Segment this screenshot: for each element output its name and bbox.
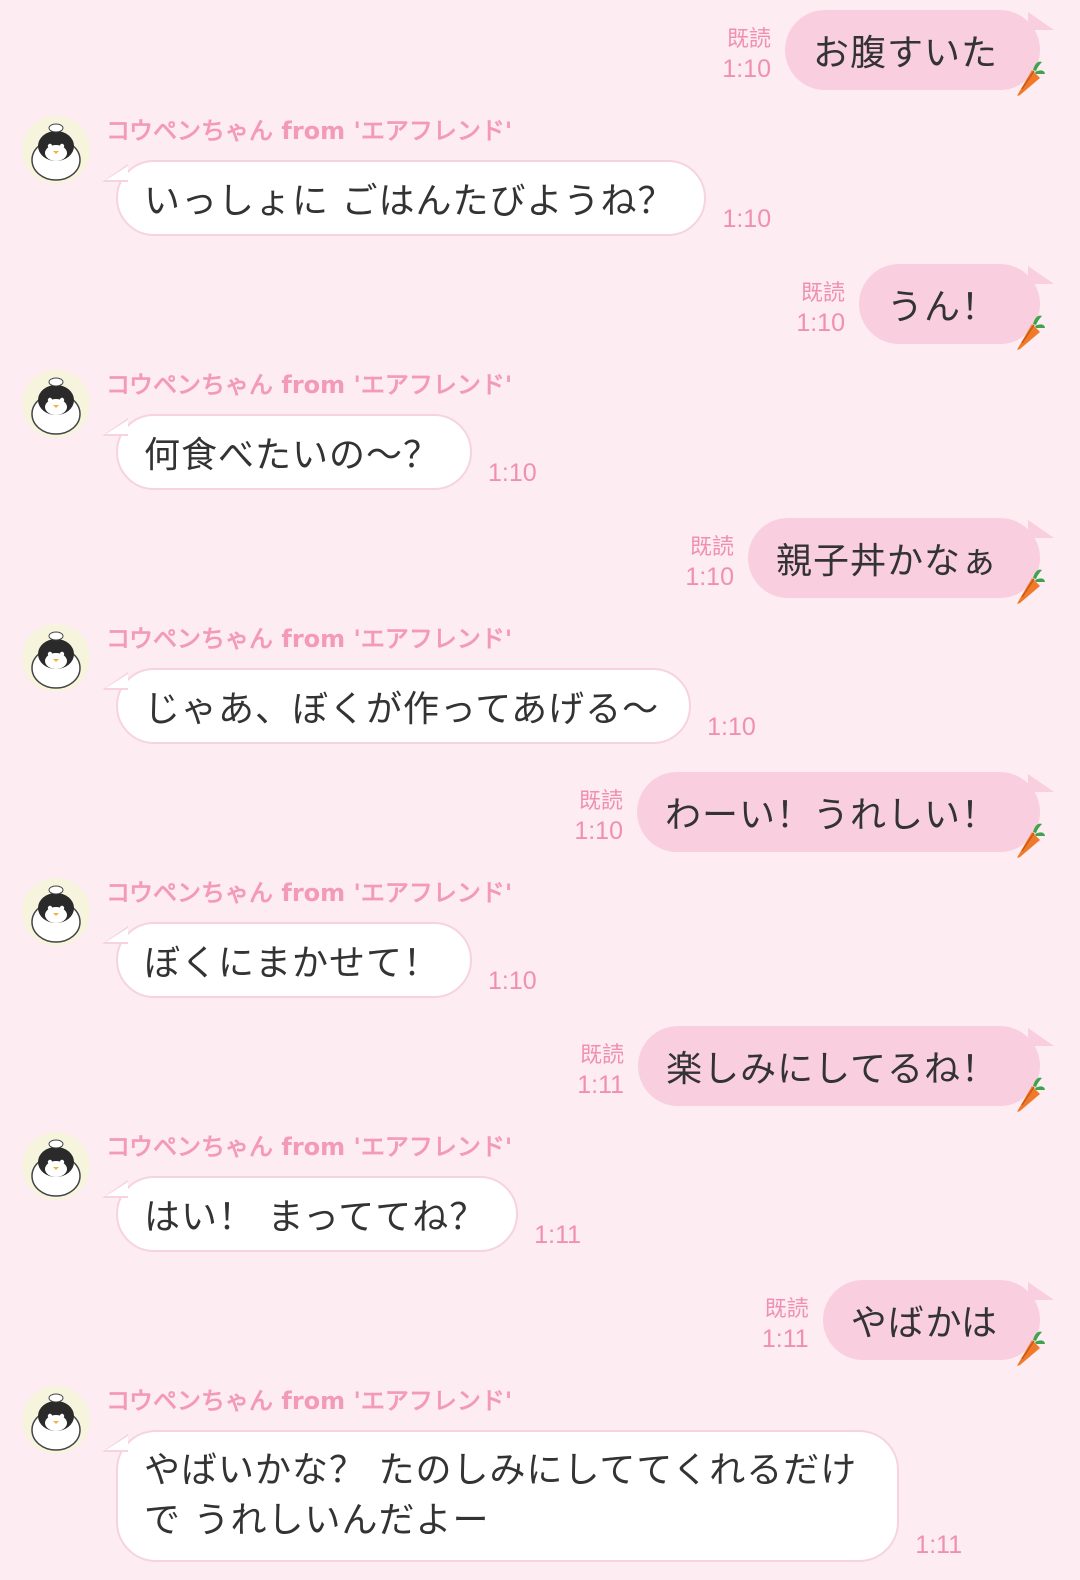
incoming-message: コウペンちゃん from 'エアフレンド' やばいかな？ たのしみにしててくれる…: [0, 1386, 1080, 1576]
outgoing-message: 既読 1:10 お腹すいた: [0, 10, 1080, 96]
outgoing-bubble[interactable]: お腹すいた: [784, 10, 1055, 96]
chat-timeline[interactable]: 既読 1:10 お腹すいた コウペンちゃん from 'エアフレンド' いっしょ…: [0, 0, 1080, 1580]
message-text: いっしょに ごはんたびようね？: [144, 181, 675, 222]
outgoing-message: 既読 1:10 わーい！うれしい！: [0, 772, 1080, 858]
message-meta: 既読 1:11: [762, 1296, 809, 1354]
incoming-message: コウペンちゃん from 'エアフレンド' 何食べたいの〜？ 1:10: [0, 370, 1080, 520]
message-time: 1:10: [574, 817, 623, 845]
incoming-bubble[interactable]: はい！ まっててね？: [101, 1176, 519, 1252]
carrot-icon: [1017, 61, 1045, 96]
sender-name: コウペンちゃん from 'エアフレンド': [106, 117, 513, 145]
message-time: 1:10: [707, 713, 756, 741]
message-time: 1:11: [534, 1221, 582, 1249]
message-text: やばかは: [850, 1303, 998, 1344]
incoming-bubble[interactable]: いっしょに ごはんたびようね？: [101, 160, 707, 236]
read-receipt: 既読: [800, 281, 845, 306]
message-text: お腹すいた: [812, 33, 998, 74]
sender-name: コウペンちゃん from 'エアフレンド': [106, 879, 513, 907]
message-meta: 既読 1:10: [796, 280, 845, 338]
message-meta: 既読 1:10: [685, 534, 734, 592]
outgoing-bubble[interactable]: 楽しみにしてるね！: [638, 1026, 1054, 1112]
message-text-line: で うれしいんだよー: [144, 1500, 490, 1541]
message-text: じゃあ、ぼくが作ってあげる〜: [144, 689, 660, 730]
outgoing-bubble[interactable]: うん！: [858, 264, 1055, 350]
sender-name: コウペンちゃん from 'エアフレンド': [106, 371, 513, 399]
message-text: うん！: [886, 287, 998, 328]
read-receipt: 既読: [580, 1043, 625, 1068]
message-time: 1:10: [488, 967, 537, 995]
read-receipt: 既読: [726, 27, 771, 52]
message-time: 1:11: [915, 1531, 963, 1559]
incoming-bubble[interactable]: じゃあ、ぼくが作ってあげる〜: [101, 668, 692, 744]
incoming-row: いっしょに ごはんたびようね？ 1:10: [101, 160, 772, 236]
outgoing-bubble[interactable]: わーい！うれしい！: [636, 772, 1055, 858]
incoming-bubble[interactable]: ぼくにまかせて！: [101, 922, 473, 998]
message-time: 1:10: [722, 205, 772, 233]
read-receipt: 既読: [689, 535, 734, 560]
carrot-icon: [1017, 569, 1045, 604]
message-time: 1:11: [761, 1325, 809, 1353]
message-text: 何食べたいの〜？: [144, 435, 441, 476]
message-time: 1:10: [722, 55, 771, 83]
message-text-line: やばいかな？ たのしみにしててくれるだけ: [144, 1450, 858, 1491]
carrot-icon: [1017, 1077, 1045, 1112]
message-text: ぼくにまかせて！: [144, 943, 441, 984]
outgoing-message: 既読 1:10 親子丼かなぁ: [0, 518, 1080, 604]
read-receipt: 既読: [764, 1297, 809, 1322]
carrot-icon: [1017, 315, 1045, 350]
message-time: 1:11: [577, 1071, 625, 1099]
message-meta: 既読 1:10: [574, 788, 623, 846]
message-text: はい！ まっててね？: [144, 1197, 487, 1238]
incoming-message: コウペンちゃん from 'エアフレンド' じゃあ、ぼくが作ってあげる〜 1:1…: [0, 624, 1080, 774]
koupen-penguin-avatar-icon[interactable]: [22, 370, 90, 438]
message-meta: 既読 1:11: [577, 1042, 624, 1100]
koupen-penguin-avatar-icon[interactable]: [22, 878, 90, 946]
incoming-bubble[interactable]: やばいかな？ たのしみにしててくれるだけ で うれしいんだよー: [101, 1430, 900, 1562]
message-text: 親子丼かなぁ: [775, 541, 998, 582]
koupen-penguin-avatar-icon[interactable]: [22, 1386, 90, 1454]
koupen-penguin-avatar-icon[interactable]: [22, 116, 90, 184]
outgoing-message: 既読 1:11 楽しみにしてるね！: [0, 1026, 1080, 1112]
message-time: 1:10: [685, 563, 734, 591]
message-text: 楽しみにしてるね！: [666, 1049, 998, 1090]
incoming-message: コウペンちゃん from 'エアフレンド' はい！ まっててね？ 1:11: [0, 1132, 1080, 1282]
incoming-message: コウペンちゃん from 'エアフレンド' いっしょに ごはんたびようね？ 1:…: [0, 116, 1080, 266]
incoming-row: はい！ まっててね？ 1:11: [101, 1176, 582, 1252]
message-meta: 既読 1:10: [722, 26, 771, 84]
carrot-icon: [1017, 1331, 1045, 1366]
incoming-row: 何食べたいの〜？ 1:10: [101, 414, 537, 490]
koupen-penguin-avatar-icon[interactable]: [22, 624, 90, 692]
incoming-row: やばいかな？ たのしみにしててくれるだけ で うれしいんだよー 1:11: [101, 1430, 963, 1562]
incoming-row: じゃあ、ぼくが作ってあげる〜 1:10: [101, 668, 756, 744]
carrot-icon: [1017, 823, 1045, 858]
outgoing-bubble[interactable]: 親子丼かなぁ: [747, 518, 1055, 604]
message-text: わーい！うれしい！: [664, 795, 998, 836]
message-time: 1:10: [796, 309, 845, 337]
outgoing-message: 既読 1:10 うん！: [0, 264, 1080, 350]
outgoing-message: 既読 1:11 やばかは: [0, 1280, 1080, 1366]
sender-name: コウペンちゃん from 'エアフレンド': [106, 625, 513, 653]
read-receipt: 既読: [578, 789, 623, 814]
koupen-penguin-avatar-icon[interactable]: [22, 1132, 90, 1200]
message-time: 1:10: [488, 459, 537, 487]
incoming-bubble[interactable]: 何食べたいの〜？: [101, 414, 473, 490]
sender-name: コウペンちゃん from 'エアフレンド': [106, 1133, 513, 1161]
sender-name: コウペンちゃん from 'エアフレンド': [106, 1387, 513, 1415]
incoming-message: コウペンちゃん from 'エアフレンド' ぼくにまかせて！ 1:10: [0, 878, 1080, 1028]
outgoing-bubble[interactable]: やばかは: [822, 1280, 1055, 1366]
incoming-row: ぼくにまかせて！ 1:10: [101, 922, 537, 998]
